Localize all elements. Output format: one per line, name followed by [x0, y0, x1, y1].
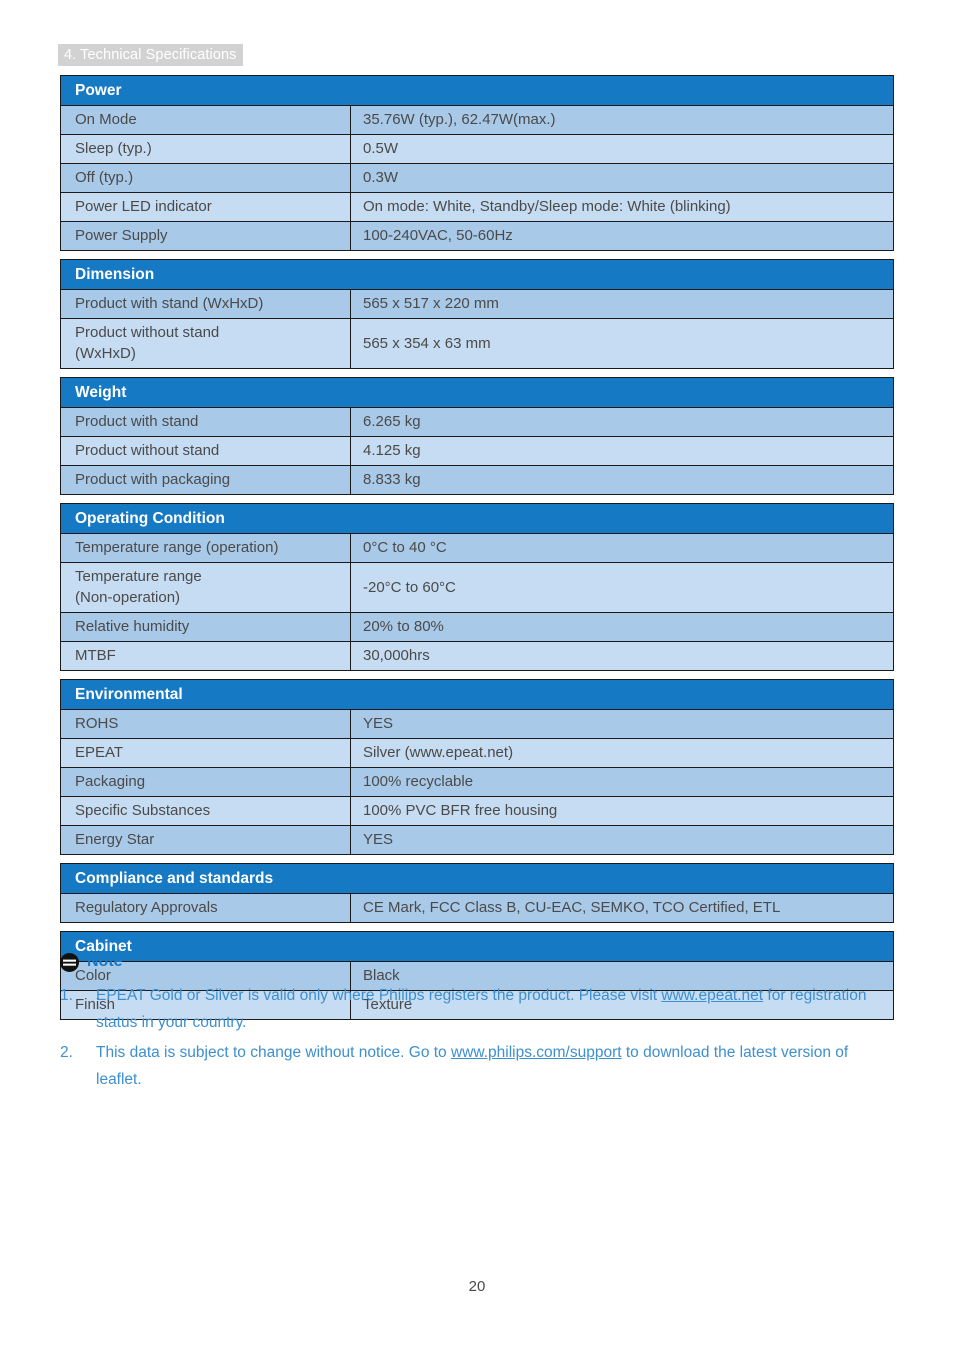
row-value: On mode: White, Standby/Sleep mode: Whit… [363, 198, 731, 215]
row-value: 0.5W [363, 140, 399, 157]
spec-section: Power On Mode 35.76W (typ.), 62.47W(max.) S… [60, 75, 894, 251]
row-value: 0.3W [363, 169, 399, 186]
table-row: EPEAT Silver (www.epeat.net) [61, 739, 893, 768]
row-label: Power LED indicator [61, 193, 351, 221]
table-row: Off (typ.) 0.3W [61, 164, 893, 193]
row-label: Regulatory Approvals [61, 894, 351, 922]
table-row: Relative humidity 20% to 80% [61, 613, 893, 642]
row-value: 565 x 517 x 220 mm [363, 295, 499, 312]
row-label: Power Supply [61, 222, 351, 250]
note-item: 2. This data is subject to change without… [60, 1039, 894, 1093]
row-label: Sleep (typ.) [61, 135, 351, 163]
table-row: Product with stand (WxHxD) 565 x 517 x 22… [61, 290, 893, 319]
table-row: Temperature range (operation) 0°C to 40 °… [61, 534, 893, 563]
table-row: MTBF 30,000hrs [61, 642, 893, 670]
row-label-line: (Non-operation) [75, 589, 181, 606]
row-value: YES [363, 715, 394, 732]
row-label: Off (typ.) [61, 164, 351, 192]
row-value: 4.125 kg [363, 442, 421, 459]
row-label-line: Temperature range [75, 568, 202, 585]
table-row: Sleep (typ.) 0.5W [61, 135, 893, 164]
spec-section: Operating Condition Temperature range (op… [60, 503, 894, 671]
row-value: 100-240VAC, 50-60Hz [363, 227, 513, 244]
row-label: EPEAT [61, 739, 351, 767]
row-label: Product without stand [61, 437, 351, 465]
note-header: Note [60, 948, 894, 976]
table-row: Power Supply 100-240VAC, 50-60Hz [61, 222, 893, 250]
note-link[interactable]: www.epeat.net [661, 987, 763, 1004]
row-value: 100% recyclable [363, 773, 474, 790]
note-text-before: EPEAT Gold or Silver is valid only where… [96, 987, 662, 1004]
row-value: YES [363, 831, 394, 848]
row-value: 35.76W (typ.), 62.47W(max.) [363, 111, 556, 128]
row-value: 100% PVC BFR free housing [363, 802, 558, 819]
page-number: 20 [468, 1278, 486, 1295]
note-item-text: This data is subject to change without n… [96, 1039, 881, 1093]
row-value: 20% to 80% [363, 618, 444, 635]
row-label: Relative humidity [61, 613, 351, 641]
specifications-table: Power On Mode 35.76W (typ.), 62.47W(max.) S… [60, 75, 894, 1028]
row-value: Silver (www.epeat.net) [363, 744, 514, 761]
section-header: Weight [61, 378, 893, 408]
table-row: Specific Substances 100% PVC BFR free hou… [61, 797, 893, 826]
table-row: Regulatory Approvals CE Mark, FCC Class B… [61, 894, 893, 922]
table-row: Product without stand (WxHxD) 565 x 354 x … [61, 319, 893, 368]
row-label-line: Product without stand [75, 324, 220, 341]
table-row: Temperature range (Non-operation) -20°C to… [61, 563, 893, 613]
spec-section: Dimension Product with stand (WxHxD) 565 x… [60, 259, 894, 369]
row-label: ROHS [61, 710, 351, 738]
row-label: Temperature range (operation) [61, 534, 351, 562]
spec-section: Environmental ROHS YES EPEAT Silver (www.epe… [60, 679, 894, 855]
row-label: Product with stand (WxHxD) [61, 290, 351, 318]
document-page: 4. Technical Specifications Power On Mode… [0, 0, 954, 1354]
row-label: Product with packaging [61, 466, 351, 494]
spec-section: Compliance and standards Regulatory Appro… [60, 863, 894, 923]
section-header: Environmental [61, 680, 893, 710]
chapter-heading-tag: 4. Technical Specifications [58, 44, 243, 66]
row-value: CE Mark, FCC Class B, CU-EAC, SEMKO, TCO… [363, 899, 781, 916]
section-header: Dimension [61, 260, 893, 290]
row-value: 0°C to 40 °C [363, 539, 447, 556]
table-row: ROHS YES [61, 710, 893, 739]
note-item-number: 1. [60, 987, 73, 1004]
note-icon [60, 952, 79, 972]
row-value: 6.265 kg [363, 413, 421, 430]
row-label: On Mode [61, 106, 351, 134]
section-header: Compliance and standards [61, 864, 893, 894]
row-label: Temperature range (Non-operation) [61, 563, 351, 612]
table-row: On Mode 35.76W (typ.), 62.47W(max.) [61, 106, 893, 135]
note-item-text: EPEAT Gold or Silver is valid only where… [96, 982, 881, 1036]
row-label: Product with stand [61, 408, 351, 436]
note-list: 1. EPEAT Gold or Silver is valid only whe… [60, 982, 894, 1093]
table-row: Product with packaging 8.833 kg [61, 466, 893, 494]
table-row: Product without stand 4.125 kg [61, 437, 893, 466]
note-link[interactable]: www.philips.com/support [451, 1044, 622, 1061]
section-header: Power [61, 76, 893, 106]
row-label: MTBF [61, 642, 351, 670]
table-row: Energy Star YES [61, 826, 893, 854]
note-item: 1. EPEAT Gold or Silver is valid only whe… [60, 982, 894, 1036]
table-row: Power LED indicator On mode: White, Stand… [61, 193, 893, 222]
note-item-number: 2. [60, 1044, 73, 1061]
row-label-line: (WxHxD) [75, 345, 136, 362]
row-value: 30,000hrs [363, 647, 430, 664]
row-label: Energy Star [61, 826, 351, 854]
table-row: Packaging 100% recyclable [61, 768, 893, 797]
row-value: 565 x 354 x 63 mm [363, 334, 491, 352]
row-label: Specific Substances [61, 797, 351, 825]
note-text-before: This data is subject to change without n… [96, 1044, 451, 1061]
spec-section: Weight Product with stand 6.265 kg Product … [60, 377, 894, 495]
row-value: -20°C to 60°C [363, 578, 456, 596]
note-block: Note 1. EPEAT Gold or Silver is valid onl… [60, 948, 894, 1096]
table-row: Product with stand 6.265 kg [61, 408, 893, 437]
row-value: 8.833 kg [363, 471, 421, 488]
row-label: Product without stand (WxHxD) [61, 319, 351, 368]
note-title: Note [87, 953, 123, 970]
section-header: Operating Condition [61, 504, 893, 534]
row-label: Packaging [61, 768, 351, 796]
